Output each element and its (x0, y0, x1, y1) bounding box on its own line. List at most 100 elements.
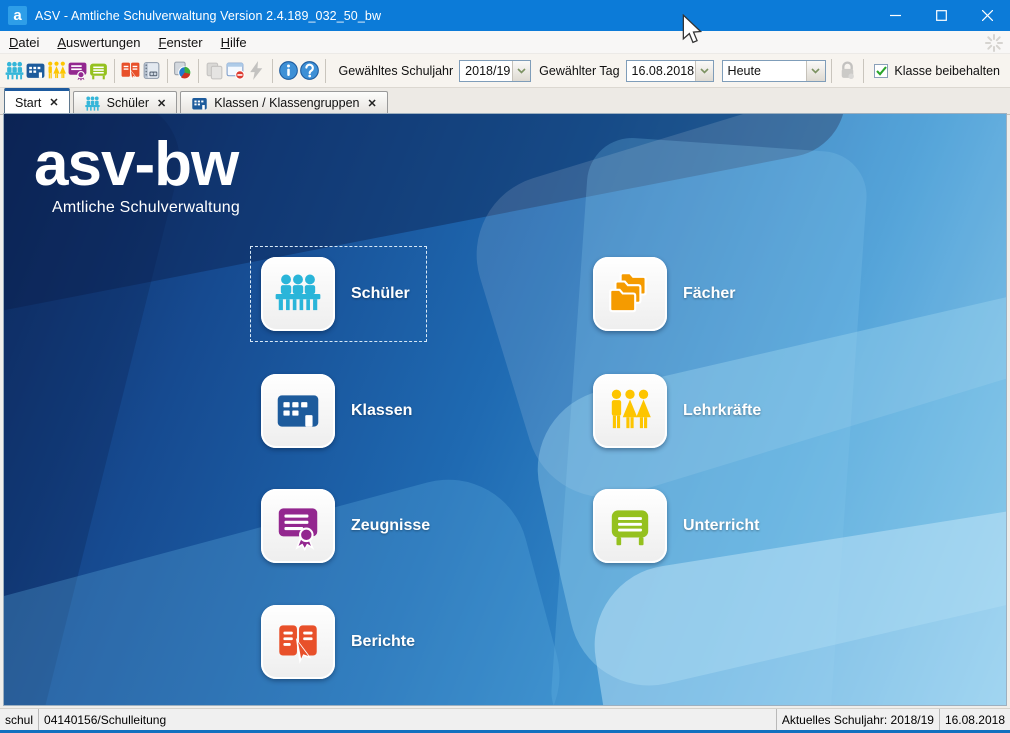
tile-box (593, 374, 667, 448)
schuljahr-select[interactable]: 2018/19 (459, 60, 531, 82)
toolbar-dokumente-button[interactable] (141, 57, 162, 84)
toolbar-separator (325, 59, 326, 83)
tab-close-icon[interactable]: ✕ (157, 97, 166, 110)
tile-box (261, 489, 335, 563)
toolbar-klassen-button[interactable] (25, 57, 46, 84)
toolbar-separator (272, 59, 273, 83)
chevron-down-icon (517, 68, 526, 74)
schuljahr-dropdown-button[interactable] (512, 61, 530, 81)
menu-fenster[interactable]: Fenster (149, 32, 211, 53)
berichte-icon (120, 60, 141, 81)
minimize-button[interactable] (872, 0, 918, 31)
schuljahr-label: Gewähltes Schuljahr (339, 64, 454, 78)
maximize-button[interactable] (918, 0, 964, 31)
period-value: Heute (723, 61, 766, 81)
check-icon (876, 66, 887, 76)
tab-bar: Start ✕ Schüler ✕ Klassen / Klassengrupp… (0, 88, 1010, 115)
status-bar: schul 04140156/Schulleitung Aktuelles Sc… (0, 708, 1010, 730)
busy-spinner-icon (984, 33, 1004, 53)
schueler-icon (4, 60, 25, 81)
tile-label: Zeugnisse (351, 517, 430, 535)
zeugnisse-icon (67, 60, 88, 81)
tile-label: Fächer (683, 285, 735, 303)
tab-close-icon[interactable]: ✕ (49, 96, 58, 109)
klassen-icon (191, 95, 208, 112)
toolbar-separator (863, 59, 864, 83)
toolbar-lock-button[interactable] (837, 57, 858, 84)
tag-label: Gewählter Tag (539, 64, 619, 78)
copy-icon (204, 60, 225, 81)
chevron-down-icon (811, 68, 820, 74)
toolbar-lehrkraefte-button[interactable] (46, 57, 67, 84)
tile-box (261, 374, 335, 448)
toolbar-berichte-button[interactable] (120, 57, 141, 84)
tile-lehrkraefte[interactable]: Lehrkräfte (593, 374, 761, 448)
toolbar-aktion-button[interactable] (246, 57, 267, 84)
period-select[interactable]: Heute (722, 60, 826, 82)
window-title: ASV - Amtliche Schulverwaltung Version 2… (35, 9, 381, 23)
lock-icon (837, 60, 858, 81)
menu-datei[interactable]: Datei (0, 32, 48, 53)
menu-auswertungen[interactable]: Auswertungen (48, 32, 149, 53)
tab-start[interactable]: Start ✕ (4, 88, 70, 114)
toolbar-separator (167, 59, 168, 83)
tile-label: Berichte (351, 633, 415, 651)
toolbar-statistik-button[interactable] (172, 57, 193, 84)
toolbar-hilfe-button[interactable] (299, 57, 320, 84)
lehrkraefte-icon (46, 60, 67, 81)
tab-klassen-klassengruppen[interactable]: Klassen / Klassengruppen ✕ (180, 91, 387, 114)
toolbar-separator (831, 59, 832, 83)
title-bar: a ASV - Amtliche Schulverwaltung Version… (0, 0, 1010, 31)
toolbar-info-button[interactable] (278, 57, 299, 84)
close-icon (982, 10, 993, 21)
chevron-down-icon (700, 68, 709, 74)
tab-schueler[interactable]: Schüler ✕ (73, 91, 178, 114)
checkbox-box[interactable] (874, 64, 888, 78)
tile-label: Unterricht (683, 517, 759, 535)
toolbar-unterricht-button[interactable] (88, 57, 109, 84)
unterricht-icon (88, 60, 109, 81)
tile-berichte[interactable]: Berichte (261, 605, 415, 679)
tag-dropdown-button[interactable] (695, 61, 713, 81)
toolbar-schueler-button[interactable] (4, 57, 25, 84)
tile-label: Schüler (351, 285, 410, 303)
maximize-icon (936, 10, 947, 21)
start-page: asv-bw Amtliche Schulverwaltung Schüler … (3, 113, 1007, 706)
info-icon (278, 60, 299, 81)
tab-label: Klassen / Klassengruppen (214, 96, 359, 110)
tile-unterricht[interactable]: Unterricht (593, 489, 759, 563)
tile-klassen[interactable] (261, 257, 335, 331)
tile-box (593, 489, 667, 563)
schuljahr-value: 2018/19 (460, 61, 512, 81)
status-schuljahr: Aktuelles Schuljahr: 2018/19 (777, 709, 940, 730)
app-window: a ASV - Amtliche Schulverwaltung Version… (0, 0, 1010, 733)
tile-zeugnisse[interactable]: Zeugnisse (261, 489, 430, 563)
tab-close-icon[interactable]: ✕ (367, 97, 376, 110)
lehrkraefte-icon (604, 385, 656, 437)
toolbar-separator (114, 59, 115, 83)
tab-label: Schüler (107, 96, 149, 110)
toolbar-zeugnisse-button[interactable] (67, 57, 88, 84)
checkbox-label: Klasse beibehalten (894, 64, 1000, 78)
period-dropdown-button[interactable] (806, 61, 825, 81)
tile-label: Lehrkräfte (683, 402, 761, 420)
menu-hilfe[interactable]: Hilfe (212, 32, 256, 53)
tab-label: Start (15, 96, 41, 110)
close-button[interactable] (964, 0, 1010, 31)
tile-klassen[interactable]: Klassen (261, 374, 412, 448)
minimize-icon (890, 10, 901, 21)
window-controls (872, 0, 1010, 31)
toolbar-close-window-button[interactable] (225, 57, 246, 84)
status-school: 04140156/Schulleitung (39, 709, 777, 730)
toolbar: Gewähltes Schuljahr 2018/19 Gewählter Ta… (0, 54, 1010, 88)
toolbar-copy-button[interactable] (204, 57, 225, 84)
tile-faecher[interactable]: Fächer (593, 257, 735, 331)
klasse-beibehalten-checkbox[interactable]: Klasse beibehalten (868, 62, 1006, 80)
status-date: 16.08.2018 (940, 709, 1010, 730)
notebook-icon (141, 60, 162, 81)
logo-title: asv-bw (34, 132, 240, 197)
berichte-icon (272, 616, 324, 668)
tile-box (261, 605, 335, 679)
menu-bar: Datei Auswertungen Fenster Hilfe (0, 31, 1010, 54)
tag-select[interactable]: 16.08.2018 (626, 60, 714, 82)
